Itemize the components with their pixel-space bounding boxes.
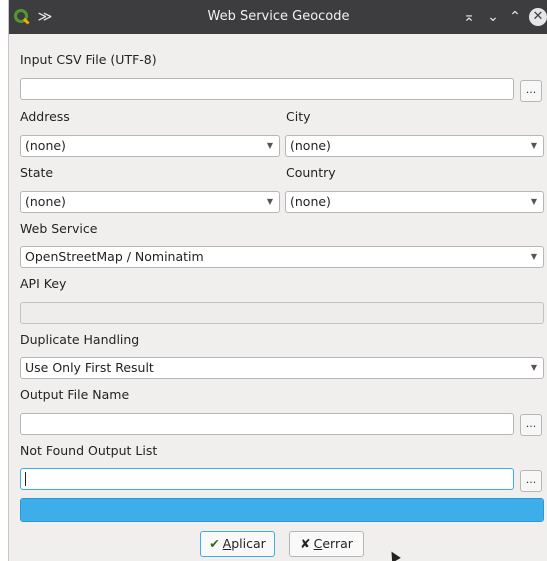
apply-mnemonic: A: [222, 536, 232, 551]
country-combo-value: (none): [290, 194, 331, 209]
apply-button[interactable]: ✔ Aplicar: [200, 531, 275, 557]
city-label: City: [286, 109, 311, 124]
not-found-label: Not Found Output List: [20, 443, 158, 458]
web-service-combo-value: OpenStreetMap / Nominatim: [25, 249, 204, 264]
progress-fill: [21, 499, 543, 521]
chevron-down-icon: ▼: [530, 141, 537, 150]
chevron-down-icon: ▼: [530, 363, 537, 372]
duplicate-handling-label: Duplicate Handling: [20, 332, 140, 347]
city-combo-value: (none): [290, 138, 331, 153]
close-label: errar: [322, 536, 353, 551]
duplicate-handling-combo[interactable]: Use Only First Result ▼: [20, 357, 544, 379]
address-combo-value: (none): [25, 138, 66, 153]
address-combo[interactable]: (none) ▼: [20, 135, 280, 157]
input-csv-browse-button[interactable]: ...: [520, 80, 542, 102]
apply-label: plicar: [231, 536, 266, 551]
api-key-field[interactable]: [20, 302, 544, 324]
chevron-down-icon: ▼: [530, 252, 537, 261]
output-file-label: Output File Name: [20, 387, 130, 402]
not-found-browse-button[interactable]: ...: [520, 470, 542, 492]
maximize-icon[interactable]: ⌃: [507, 8, 523, 26]
progress-bar: [20, 498, 544, 522]
close-button[interactable]: ✘ Cerrar: [289, 531, 364, 557]
input-csv-field[interactable]: [20, 78, 514, 100]
shade-icon[interactable]: ⌄: [485, 8, 501, 26]
state-combo-value: (none): [25, 194, 66, 209]
mouse-pointer-icon: [387, 549, 401, 561]
x-icon: ✘: [300, 536, 311, 551]
address-label: Address: [20, 109, 70, 124]
duplicate-handling-combo-value: Use Only First Result: [25, 360, 154, 375]
state-label: State: [20, 165, 54, 180]
city-combo[interactable]: (none) ▼: [285, 135, 544, 157]
state-combo[interactable]: (none) ▼: [20, 191, 280, 213]
chevron-down-icon: ▼: [266, 141, 273, 150]
title-bar: ≫ Web Service Geocode ⌅ ⌄ ⌃ ✕: [9, 0, 547, 34]
text-caret: [25, 472, 26, 486]
input-csv-label: Input CSV File (UTF-8): [20, 52, 157, 67]
not-found-field[interactable]: [20, 468, 514, 490]
country-label: Country: [286, 165, 336, 180]
chevron-down-icon: ▼: [266, 197, 273, 206]
output-file-browse-button[interactable]: ...: [520, 414, 542, 436]
web-service-label: Web Service: [20, 221, 98, 236]
dialog-window: ≫ Web Service Geocode ⌅ ⌄ ⌃ ✕ Input CSV …: [8, 0, 547, 561]
country-combo[interactable]: (none) ▼: [285, 191, 544, 213]
minimize-icon[interactable]: ⌅: [461, 8, 477, 26]
check-icon: ✔: [209, 536, 220, 551]
output-file-field[interactable]: [20, 413, 514, 435]
api-key-label: API Key: [20, 276, 67, 291]
chevron-down-icon: ▼: [530, 197, 537, 206]
web-service-combo[interactable]: OpenStreetMap / Nominatim ▼: [20, 246, 544, 268]
close-icon[interactable]: ✕: [529, 8, 547, 26]
